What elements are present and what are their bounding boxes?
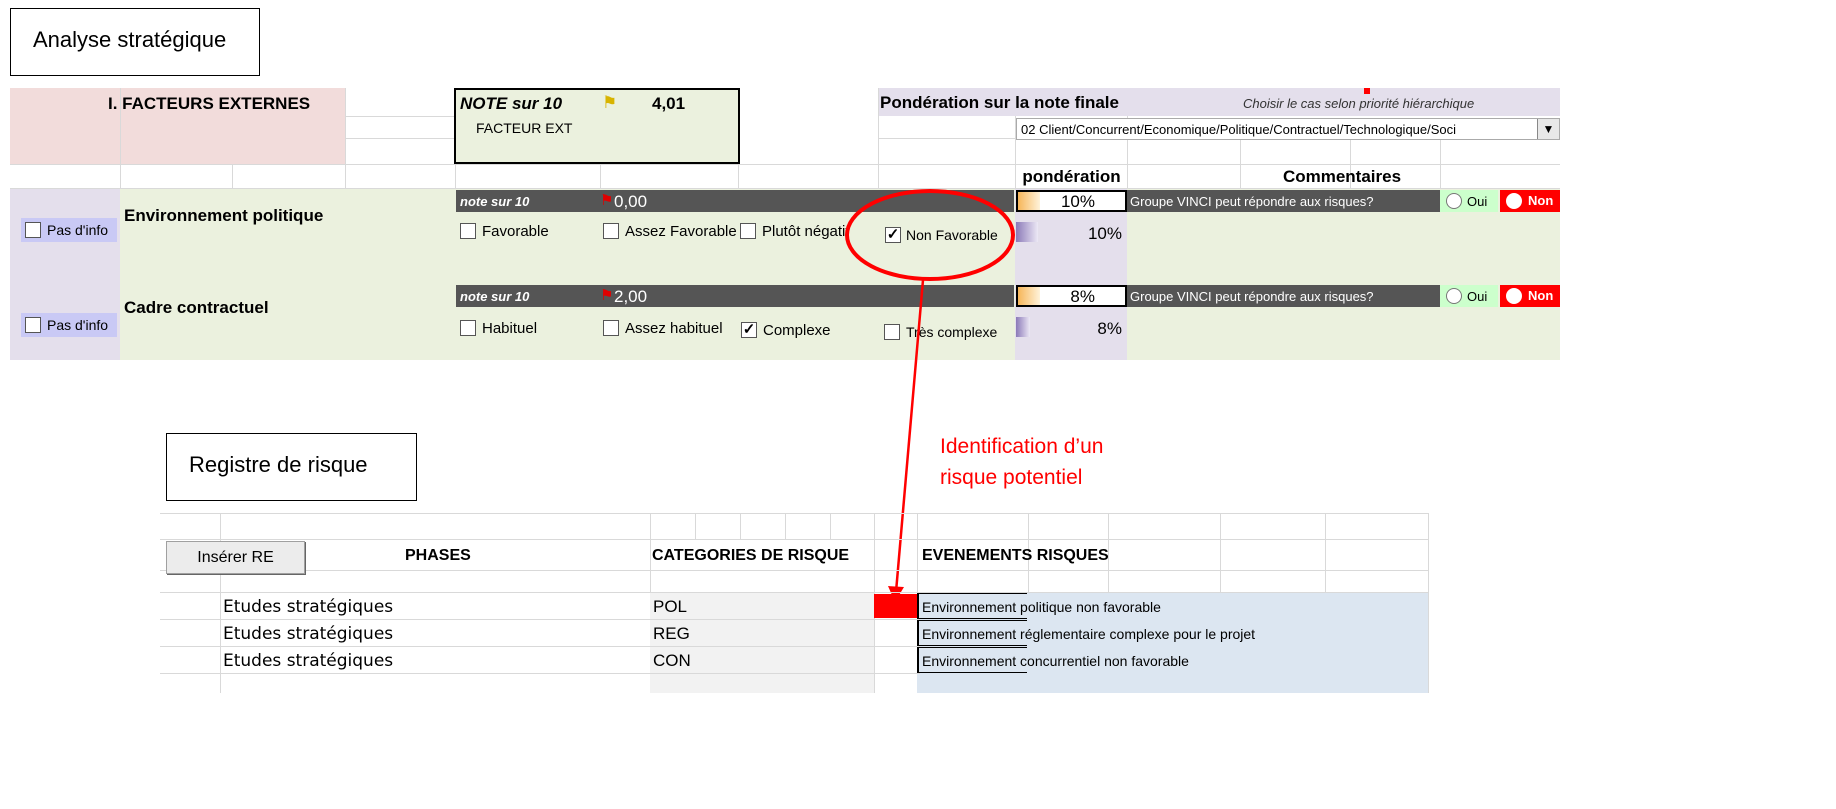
- col-phases: PHASES: [405, 547, 471, 564]
- phase-cell: Etudes stratégiques: [223, 597, 394, 617]
- event-cell: Environnement concurrentiel non favorabl…: [922, 653, 1189, 669]
- phase-cell: Etudes stratégiques: [223, 651, 394, 671]
- annotation-text: Identification d’un risque potentiel: [940, 431, 1103, 493]
- register-title: Registre de risque: [189, 452, 368, 477]
- col-events: EVENEMENTS RISQUES: [922, 547, 1109, 564]
- annotation-line-1: Identification d’un: [940, 435, 1104, 458]
- event-cell: Environnement réglementaire complexe pou…: [922, 626, 1256, 642]
- category-cell: REG: [653, 624, 690, 643]
- phase-cell: Etudes stratégiques: [223, 624, 394, 644]
- event-cell: Environnement politique non favorable: [922, 599, 1161, 615]
- col-categories: CATEGORIES DE RISQUE: [652, 547, 850, 564]
- highlight-ellipse: [845, 189, 1015, 281]
- category-cell: POL: [653, 597, 688, 616]
- insert-re-label: Insérer RE: [197, 549, 274, 566]
- category-cell: CON: [653, 651, 691, 670]
- insert-re-button[interactable]: Insérer RE: [166, 541, 305, 574]
- register-title-box: Registre de risque: [166, 433, 417, 501]
- risk-register-sheet: Insérer RE PHASES CATEGORIES DE RISQUE E…: [160, 513, 1429, 693]
- risk-flag-cell: [874, 594, 917, 618]
- annotation-line-2: risque potentiel: [940, 466, 1083, 489]
